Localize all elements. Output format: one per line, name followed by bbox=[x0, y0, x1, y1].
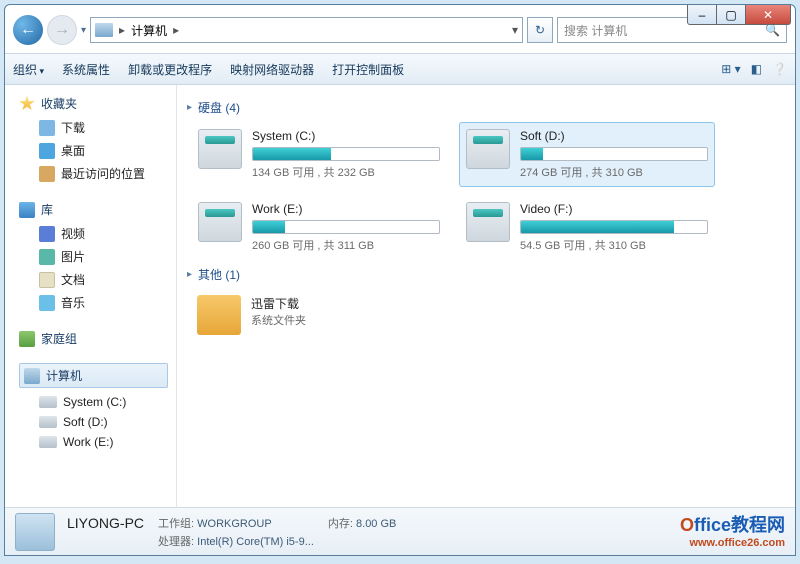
watermark: Office教程网 www.office26.com bbox=[680, 511, 785, 549]
toolbar-system-properties[interactable]: 系统属性 bbox=[62, 61, 110, 78]
refresh-button[interactable]: ↻ bbox=[527, 17, 553, 43]
capacity-bar bbox=[520, 147, 708, 161]
explorer-window: – ▢ ✕ ← → ▾ ▸ 计算机 ▸ ▾ ↻ 搜索 计算机 🔍 组织 系统属性… bbox=[4, 4, 796, 556]
folder-icon bbox=[197, 295, 241, 335]
capacity-bar bbox=[252, 220, 440, 234]
preview-pane-icon[interactable]: ◧ bbox=[751, 62, 762, 76]
sidebar-item-videos[interactable]: 视频 bbox=[19, 222, 176, 245]
music-icon bbox=[39, 295, 55, 311]
sidebar-homegroup[interactable]: 家庭组 bbox=[19, 330, 176, 347]
computer-icon bbox=[95, 23, 113, 37]
document-icon bbox=[39, 272, 55, 288]
main-pane: ▸硬盘 (4) System (C:)134 GB 可用 , 共 232 GBS… bbox=[177, 85, 795, 507]
folder-item[interactable]: 迅雷下载 系统文件夹 bbox=[191, 289, 447, 341]
collapse-icon: ▸ bbox=[187, 102, 192, 113]
cpu-label: 处理器: bbox=[158, 536, 194, 548]
sidebar-item-recent[interactable]: 最近访问的位置 bbox=[19, 162, 176, 185]
sidebar-computer[interactable]: 计算机 bbox=[19, 363, 168, 388]
breadcrumb-sep-icon: ▸ bbox=[173, 23, 179, 37]
star-icon bbox=[19, 96, 35, 112]
drive-capacity: 134 GB 可用 , 共 232 GB bbox=[252, 164, 440, 180]
forward-button[interactable]: → bbox=[47, 15, 77, 45]
other-list: 迅雷下载 系统文件夹 bbox=[183, 289, 789, 341]
memory-label: 内存: bbox=[328, 518, 353, 530]
folder-name: 迅雷下载 bbox=[251, 295, 306, 312]
drive-name: Soft (D:) bbox=[520, 129, 708, 143]
organize-menu[interactable]: 组织 bbox=[13, 61, 44, 78]
sidebar-item-pictures[interactable]: 图片 bbox=[19, 245, 176, 268]
drive-icon bbox=[198, 129, 242, 169]
video-icon bbox=[39, 226, 55, 242]
sidebar-item-drive-d[interactable]: Soft (D:) bbox=[19, 412, 176, 432]
drive-icon bbox=[39, 396, 57, 408]
toolbar-map-drive[interactable]: 映射网络驱动器 bbox=[230, 61, 314, 78]
group-hard-disks[interactable]: ▸硬盘 (4) bbox=[183, 93, 789, 122]
folder-type: 系统文件夹 bbox=[251, 312, 306, 328]
search-icon: 🔍 bbox=[765, 23, 780, 37]
search-placeholder: 搜索 计算机 bbox=[564, 22, 627, 39]
desktop-icon bbox=[39, 143, 55, 159]
drive-icon bbox=[466, 202, 510, 242]
group-other[interactable]: ▸其他 (1) bbox=[183, 260, 789, 289]
sidebar-item-desktop[interactable]: 桌面 bbox=[19, 139, 176, 162]
drive-name: Work (E:) bbox=[252, 202, 440, 216]
minimize-button[interactable]: – bbox=[687, 5, 717, 25]
sidebar-item-drive-c[interactable]: System (C:) bbox=[19, 392, 176, 412]
collapse-icon: ▸ bbox=[187, 269, 192, 280]
cpu-value: Intel(R) Core(TM) i5-9... bbox=[197, 536, 314, 548]
navigation-bar: ← → ▾ ▸ 计算机 ▸ ▾ ↻ 搜索 计算机 🔍 bbox=[5, 5, 795, 53]
drive-icon bbox=[198, 202, 242, 242]
drive-item[interactable]: Work (E:) 260 GB 可用 , 共 311 GB bbox=[191, 195, 447, 260]
downloads-icon bbox=[39, 120, 55, 136]
computer-icon bbox=[15, 513, 55, 551]
memory-value: 8.00 GB bbox=[356, 518, 396, 530]
history-dropdown-icon[interactable]: ▾ bbox=[81, 25, 86, 36]
details-pane: LIYONG-PC 工作组: WORKGROUP 内存: 8.00 GB 处理器… bbox=[5, 507, 795, 555]
drive-item[interactable]: Soft (D:) 274 GB 可用 , 共 310 GB bbox=[459, 122, 715, 187]
computer-name: LIYONG-PC bbox=[67, 515, 144, 531]
drive-icon bbox=[466, 129, 510, 169]
sidebar-item-downloads[interactable]: 下载 bbox=[19, 116, 176, 139]
sidebar-item-documents[interactable]: 文档 bbox=[19, 268, 176, 291]
computer-icon bbox=[24, 368, 40, 384]
picture-icon bbox=[39, 249, 55, 265]
homegroup-icon bbox=[19, 331, 35, 347]
close-button[interactable]: ✕ bbox=[745, 5, 791, 25]
library-icon bbox=[19, 202, 35, 218]
drive-icon bbox=[39, 416, 57, 428]
maximize-button[interactable]: ▢ bbox=[716, 5, 746, 25]
drive-capacity: 54.5 GB 可用 , 共 310 GB bbox=[520, 237, 708, 253]
drive-name: System (C:) bbox=[252, 129, 440, 143]
toolbar: 组织 系统属性 卸载或更改程序 映射网络驱动器 打开控制面板 ⊞ ▾ ◧ ❔ bbox=[5, 53, 795, 85]
sidebar-libraries[interactable]: 库 bbox=[19, 201, 176, 218]
sidebar-item-drive-e[interactable]: Work (E:) bbox=[19, 432, 176, 452]
back-button[interactable]: ← bbox=[13, 15, 43, 45]
drive-capacity: 260 GB 可用 , 共 311 GB bbox=[252, 237, 440, 253]
sidebar-item-music[interactable]: 音乐 bbox=[19, 291, 176, 314]
recent-icon bbox=[39, 166, 55, 182]
workgroup-value: WORKGROUP bbox=[197, 518, 272, 530]
drives-list: System (C:) 134 GB 可用 , 共 232 GB Soft (D:)… bbox=[183, 122, 789, 260]
view-options-icon[interactable]: ⊞ ▾ bbox=[721, 62, 740, 76]
drive-name: Video (F:) bbox=[520, 202, 708, 216]
sidebar-favorites[interactable]: 收藏夹 bbox=[19, 95, 176, 112]
drive-icon bbox=[39, 436, 57, 448]
help-icon[interactable]: ❔ bbox=[772, 62, 787, 76]
address-dropdown-icon[interactable]: ▾ bbox=[512, 23, 518, 37]
breadcrumb-computer[interactable]: 计算机 bbox=[131, 22, 167, 39]
workgroup-label: 工作组: bbox=[158, 518, 194, 530]
toolbar-control-panel[interactable]: 打开控制面板 bbox=[332, 61, 404, 78]
window-controls: – ▢ ✕ bbox=[688, 5, 791, 25]
navigation-pane: 收藏夹 下载 桌面 最近访问的位置 库 视频 图片 文档 音乐 家庭组 计算机 … bbox=[5, 85, 177, 507]
drive-item[interactable]: Video (F:) 54.5 GB 可用 , 共 310 GB bbox=[459, 195, 715, 260]
drive-capacity: 274 GB 可用 , 共 310 GB bbox=[520, 164, 708, 180]
capacity-bar bbox=[252, 147, 440, 161]
breadcrumb-sep-icon: ▸ bbox=[119, 23, 125, 37]
drive-item[interactable]: System (C:) 134 GB 可用 , 共 232 GB bbox=[191, 122, 447, 187]
address-bar[interactable]: ▸ 计算机 ▸ ▾ bbox=[90, 17, 523, 43]
content-area: 收藏夹 下载 桌面 最近访问的位置 库 视频 图片 文档 音乐 家庭组 计算机 … bbox=[5, 85, 795, 507]
capacity-bar bbox=[520, 220, 708, 234]
toolbar-uninstall[interactable]: 卸载或更改程序 bbox=[128, 61, 212, 78]
